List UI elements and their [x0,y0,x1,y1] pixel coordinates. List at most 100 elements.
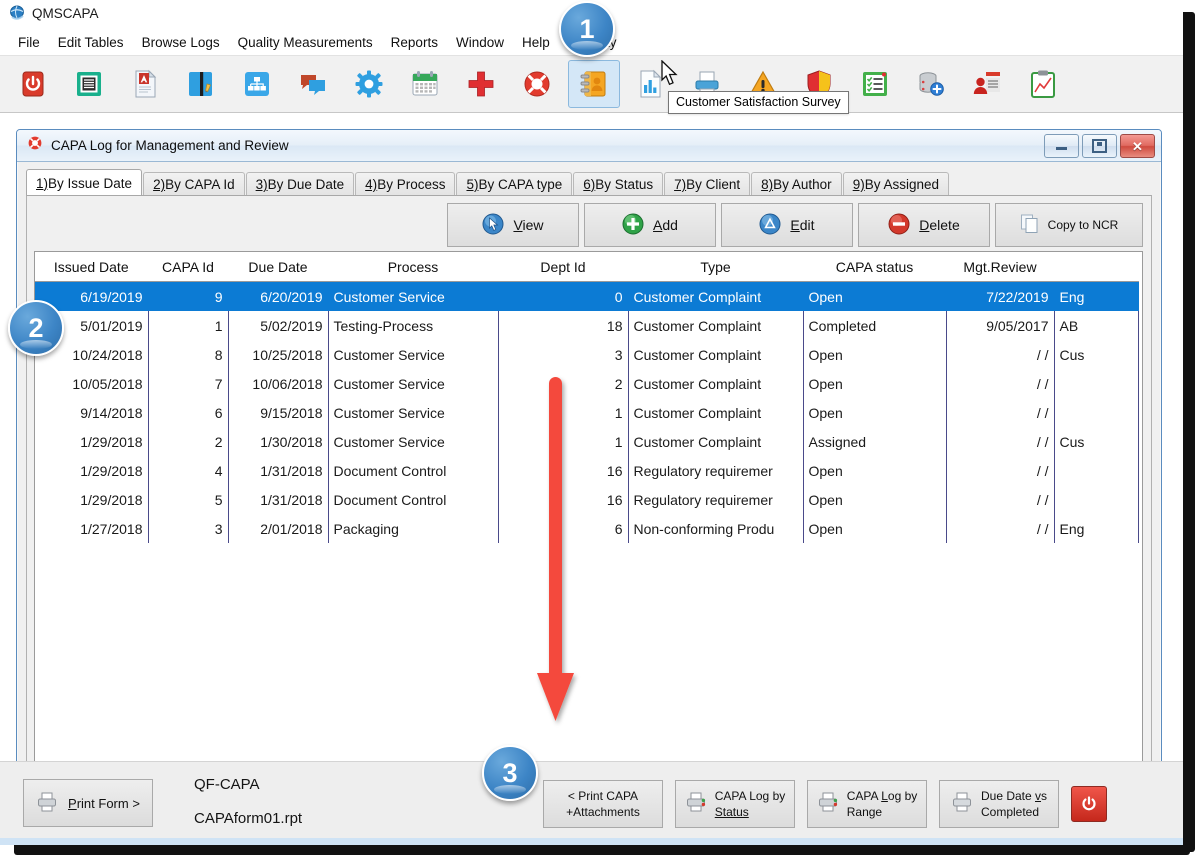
cell-due-date: 10/06/2018 [228,369,328,398]
printer-small-icon [36,791,58,816]
view-tabstrip: 1) By Issue Date 2) By CAPA Id 3) By Due… [26,170,1152,196]
toolbar-document-list-icon[interactable] [64,61,114,107]
capa-log-window-title: CAPA Log for Management and Review [51,138,289,153]
tab-label: By Client [686,177,740,192]
tab-by-capa-id[interactable]: 2) By CAPA Id [143,172,245,196]
due-date-line1: Due Date vs [981,789,1047,803]
tab-by-process[interactable]: 4) By Process [355,172,455,196]
tab-by-assigned[interactable]: 9) By Assigned [843,172,949,196]
edit-button[interactable]: Edit [721,203,853,247]
toolbar-orange-contacts-icon[interactable] [568,60,620,108]
capa-log-by-status-button[interactable]: CAPA Log by Status [675,780,795,828]
window-controls: ✕ [1044,134,1155,158]
mouse-cursor [660,60,680,93]
toolbar-checklist-icon[interactable] [850,61,900,107]
column-header-process[interactable]: Process [328,252,498,282]
print-form-label: rint Form > [77,796,140,811]
capa-log-by-range-button[interactable]: CAPA Log by Range [807,780,927,828]
tab-by-author[interactable]: 8) By Author [751,172,842,196]
column-header-capa-status[interactable]: CAPA status [803,252,946,282]
minimize-button[interactable] [1044,134,1079,158]
table-row[interactable]: 5/01/2019 1 5/02/2019 Testing-Process 18… [35,311,1138,340]
copy-pages-icon [1020,213,1040,238]
menu-item-file[interactable]: File [9,33,49,52]
toolbar-lifebuoy-icon[interactable] [512,61,562,107]
cell-process: Document Control [328,485,498,514]
print-capa-attachments-button[interactable]: < Print CAPA +Attachments [543,780,663,828]
toolbar-clipboard-trend-icon[interactable] [1018,61,1068,107]
column-header-due-date[interactable]: Due Date [228,252,328,282]
toolbar-gear-icon[interactable] [344,61,394,107]
menu-item-browse-logs[interactable]: Browse Logs [133,33,229,52]
cell-type: Non-conforming Produ [628,514,803,543]
printer-green-icon [817,791,839,817]
column-header-issued-date[interactable]: Issued Date [35,252,148,282]
report-name-label: QF-CAPA [194,776,260,793]
toolbar-calendar-icon[interactable] [400,61,450,107]
cell-extra: AB [1054,311,1138,340]
tab-accesskey: 9) [853,177,865,192]
cell-issued-date: 1/27/2018 [35,514,148,543]
column-header-mgt-review[interactable]: Mgt.Review [946,252,1054,282]
cell-extra [1054,485,1138,514]
cell-extra [1054,369,1138,398]
add-button[interactable]: Add [584,203,716,247]
tab-label: By CAPA Id [165,177,235,192]
capa-log-titlebar[interactable]: CAPA Log for Management and Review ✕ [17,130,1161,162]
cell-process: Customer Service [328,369,498,398]
maximize-button[interactable] [1082,134,1117,158]
tab-by-client[interactable]: 7) By Client [664,172,750,196]
main-toolbar [0,55,1183,113]
cell-type: Customer Complaint [628,398,803,427]
menu-item-reports[interactable]: Reports [382,33,447,52]
delete-button[interactable]: Delete [858,203,990,247]
menu-item-help[interactable]: Help [513,33,559,52]
cell-dept-id: 0 [498,282,628,312]
copy-to-ncr-button[interactable]: Copy to NCR [995,203,1143,247]
column-header-dept-id[interactable]: Dept Id [498,252,628,282]
cell-type: Customer Complaint [628,369,803,398]
toolbar-user-card-icon[interactable] [962,61,1012,107]
cell-process: Customer Service [328,398,498,427]
toolbar-adobe-pdf-icon[interactable] [120,61,170,107]
report-file-label: CAPAform01.rpt [194,810,302,827]
toolbar-red-plus-icon[interactable] [456,61,506,107]
due-date-vs-completed-button[interactable]: Due Date vs Completed [939,780,1059,828]
view-arrow-icon [482,213,504,238]
table-row[interactable]: 10/24/2018 8 10/25/2018 Customer Service… [35,340,1138,369]
cell-process: Customer Service [328,340,498,369]
toolbar-notebook-pencil-icon[interactable] [176,61,226,107]
tab-by-capa-type[interactable]: 5) By CAPA type [456,172,572,196]
cell-capa-id: 2 [148,427,228,456]
exit-power-button[interactable] [1071,786,1107,822]
menu-item-edit-tables[interactable]: Edit Tables [49,33,133,52]
toolbar-power-icon[interactable] [8,61,58,107]
cell-process: Packaging [328,514,498,543]
column-header-capa-id[interactable]: CAPA Id [148,252,228,282]
delete-accesskey: D [919,217,929,233]
column-header-extra[interactable] [1054,252,1138,282]
report-buttons-area: < Print CAPA +Attachments CAPA Log by St… [543,780,1107,828]
tab-by-status[interactable]: 6) By Status [573,172,663,196]
toolbar-org-chart-icon[interactable] [232,61,282,107]
menu-item-window[interactable]: Window [447,33,513,52]
toolbar-database-add-icon[interactable] [906,61,956,107]
cell-due-date: 9/15/2018 [228,398,328,427]
cell-capa-status: Assigned [803,427,946,456]
toolbar-chat-bubbles-icon[interactable] [288,61,338,107]
cell-due-date: 5/02/2019 [228,311,328,340]
record-action-bar: View Add Edit [447,203,1143,247]
printer-green-icon [685,791,707,817]
tab-by-issue-date[interactable]: 1) By Issue Date [26,169,142,196]
cell-capa-id: 8 [148,340,228,369]
table-row[interactable]: 6/19/2019 9 6/20/2019 Customer Service 0… [35,282,1138,312]
tab-accesskey: 7) [674,177,686,192]
view-button[interactable]: View [447,203,579,247]
menu-item-quality-measurements[interactable]: Quality Measurements [229,33,382,52]
column-header-type[interactable]: Type [628,252,803,282]
cell-capa-status: Completed [803,311,946,340]
print-form-button[interactable]: Print Form > [23,779,153,827]
close-button[interactable]: ✕ [1120,134,1155,158]
qms-globe-icon [9,5,25,21]
tab-by-due-date[interactable]: 3) By Due Date [246,172,355,196]
